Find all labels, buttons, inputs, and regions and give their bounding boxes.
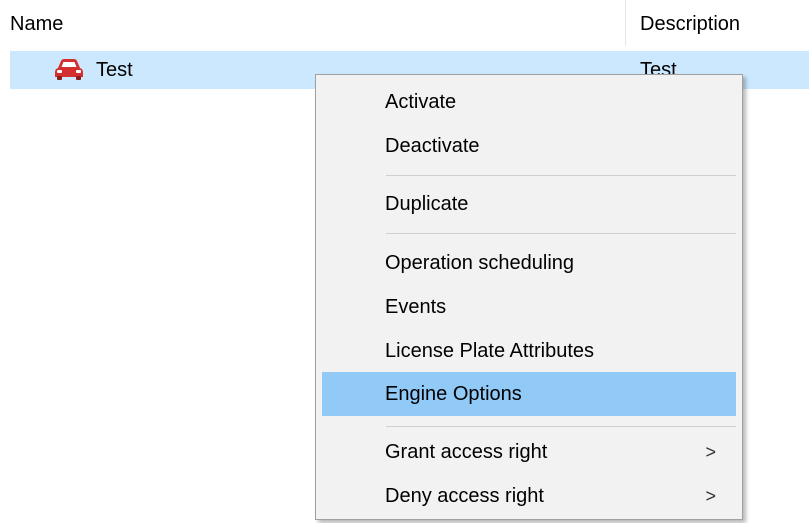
- app-root: Name Description Test Test Activate Deac…: [0, 0, 809, 523]
- menu-item-label: Deny access right: [385, 485, 544, 507]
- menu-item-label: Deactivate: [385, 135, 480, 157]
- menu-item-label: Grant access right: [385, 441, 548, 463]
- menu-item-label: Operation scheduling: [385, 252, 575, 274]
- column-header-description[interactable]: Description: [640, 12, 740, 36]
- column-header-name[interactable]: Name: [10, 12, 63, 36]
- car-icon: [55, 59, 83, 80]
- menu-separator: [386, 175, 736, 176]
- menu-item-activate[interactable]: Activate: [322, 80, 736, 124]
- chevron-right-icon: >: [705, 486, 716, 506]
- menu-item-deactivate[interactable]: Deactivate: [322, 124, 736, 168]
- row-name-cell: Test: [96, 59, 133, 81]
- menu-item-operation-scheduling[interactable]: Operation scheduling: [322, 241, 736, 285]
- list-column-header: Name Description: [0, 0, 809, 46]
- menu-item-label: Activate: [385, 91, 457, 113]
- context-menu: Activate Deactivate Duplicate Operation …: [315, 74, 743, 520]
- menu-separator: [386, 233, 736, 234]
- chevron-right-icon: >: [705, 442, 716, 462]
- menu-item-label: Engine Options: [385, 383, 522, 405]
- menu-item-engine-options[interactable]: Engine Options: [322, 372, 736, 416]
- menu-item-label: Events: [385, 296, 447, 318]
- menu-item-label: License Plate Attributes: [385, 340, 595, 362]
- menu-item-events[interactable]: Events: [322, 285, 736, 329]
- menu-item-label: Duplicate: [385, 193, 469, 215]
- column-separator[interactable]: [625, 0, 626, 46]
- menu-item-grant-access-right[interactable]: Grant access right >: [322, 430, 736, 474]
- menu-separator: [386, 426, 736, 427]
- menu-item-duplicate[interactable]: Duplicate: [322, 182, 736, 226]
- menu-item-deny-access-right[interactable]: Deny access right >: [322, 474, 736, 518]
- menu-item-license-plate-attributes[interactable]: License Plate Attributes: [322, 329, 736, 373]
